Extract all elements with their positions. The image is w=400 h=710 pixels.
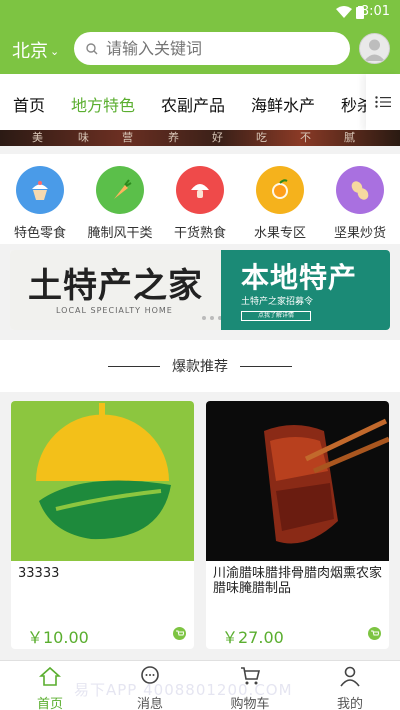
category-label: 水果专区 [253, 226, 306, 241]
search-icon [86, 42, 98, 54]
tab-home[interactable]: 首页 [13, 92, 45, 116]
category-label: 特色零食 [13, 226, 66, 241]
status-bar: 8:01 [0, 0, 400, 24]
wifi-icon [336, 6, 352, 18]
divider [240, 365, 292, 367]
cupcake-icon [16, 166, 64, 214]
banner-char: 好 [212, 131, 224, 144]
nav-profile[interactable]: 我的 [310, 665, 390, 710]
promo-left-subtitle: LOCAL SPECIALTY HOME [56, 306, 173, 315]
product-image [11, 401, 194, 561]
promo-details-button[interactable]: 点我了解详情 [241, 311, 311, 321]
tab-farm-products[interactable]: 农副产品 [161, 92, 225, 116]
banner-char: 美 [32, 131, 44, 144]
nav-label: 首页 [36, 697, 63, 710]
search-bar[interactable] [74, 32, 350, 65]
peanut-icon [336, 166, 384, 214]
carrot-icon [96, 166, 144, 214]
header: 北京 ⌄ [0, 24, 400, 74]
section-header: 爆款推荐 [0, 340, 400, 392]
mushroom-icon [176, 166, 224, 214]
category-nuts[interactable]: 坚果炒货 [320, 166, 400, 241]
product-card[interactable]: 川渝腊味腊排骨腊肉烟熏农家腊味腌腊制品 ￥27.00 [206, 401, 389, 649]
city-label: 北京 [12, 41, 48, 62]
search-input[interactable] [106, 39, 326, 58]
add-to-cart-icon[interactable] [173, 627, 186, 640]
nav-cart[interactable]: 购物车 [210, 665, 290, 710]
nav-label: 购物车 [230, 697, 270, 710]
banner-char: 不 [300, 131, 312, 144]
tab-local-specialty[interactable]: 地方特色 [71, 92, 135, 116]
city-selector[interactable]: 北京 ⌄ [12, 37, 59, 63]
divider [108, 365, 160, 367]
product-price: ￥27.00 [222, 628, 284, 647]
banner-char: 吃 [256, 131, 268, 144]
avatar[interactable] [359, 33, 390, 64]
product-image [206, 401, 389, 561]
category-dried[interactable]: 干货熟食 [160, 166, 240, 241]
category-snacks[interactable]: 特色零食 [0, 166, 80, 241]
user-avatar-icon [364, 39, 385, 61]
product-list: 33333 ￥10.00 川渝腊味腊排骨腊肉烟熏农家腊味腌腊制品 ￥27.00 [0, 392, 400, 660]
banner-char: 养 [168, 131, 180, 144]
banner-char: 腻 [344, 131, 356, 144]
nav-messages[interactable]: 消息 [110, 665, 190, 710]
category-fruit[interactable]: 水果专区 [240, 166, 320, 241]
banner-strip[interactable]: 美 味 营 养 好 吃 不 腻 [0, 130, 400, 146]
bottom-nav: 首页 消息 购物车 我的 易下APP 4008801200.COM [0, 660, 400, 710]
promo-left-title: 土特产之家 [28, 266, 203, 306]
message-icon [141, 666, 159, 684]
product-card[interactable]: 33333 ￥10.00 [11, 401, 194, 649]
promo-banner[interactable]: 土特产之家 LOCAL SPECIALTY HOME 本地特产 土特产之家招募令… [10, 250, 390, 330]
user-icon [340, 666, 360, 687]
category-label: 干货熟食 [173, 226, 226, 241]
menu-icon[interactable] [366, 74, 400, 130]
product-name: 川渝腊味腊排骨腊肉烟熏农家腊味腌腊制品 [213, 566, 383, 596]
promo-left: 土特产之家 LOCAL SPECIALTY HOME [10, 250, 222, 330]
carousel-dots [202, 316, 222, 320]
category-grid: 特色零食 腌制风干类 干货熟食 水果专区 坚果炒货 [0, 154, 400, 244]
promo-right-title: 本地特产 [241, 261, 358, 294]
section-title: 爆款推荐 [172, 359, 228, 375]
home-icon [38, 666, 62, 686]
add-to-cart-icon[interactable] [368, 627, 381, 640]
category-label: 腌制风干类 [87, 226, 153, 241]
category-cured[interactable]: 腌制风干类 [80, 166, 160, 241]
promo-right-subtitle: 土特产之家招募令 [241, 297, 314, 307]
cart-icon [241, 667, 261, 685]
status-time: 8:01 [360, 4, 390, 19]
category-label: 坚果炒货 [333, 226, 386, 241]
banner-char: 营 [122, 131, 134, 144]
nav-label: 消息 [136, 697, 163, 710]
category-tabs: 首页 地方特色 农副产品 海鲜水产 秒杀 [0, 74, 400, 130]
orange-icon [256, 166, 304, 214]
product-name: 33333 [18, 566, 60, 581]
nav-home[interactable]: 首页 [10, 665, 90, 710]
nav-label: 我的 [336, 697, 363, 710]
tab-seafood[interactable]: 海鲜水产 [251, 92, 315, 116]
promo-right: 本地特产 土特产之家招募令 点我了解详情 [221, 250, 390, 330]
product-price: ￥10.00 [27, 628, 89, 647]
banner-char: 味 [78, 131, 90, 144]
chevron-down-icon: ⌄ [50, 44, 60, 58]
